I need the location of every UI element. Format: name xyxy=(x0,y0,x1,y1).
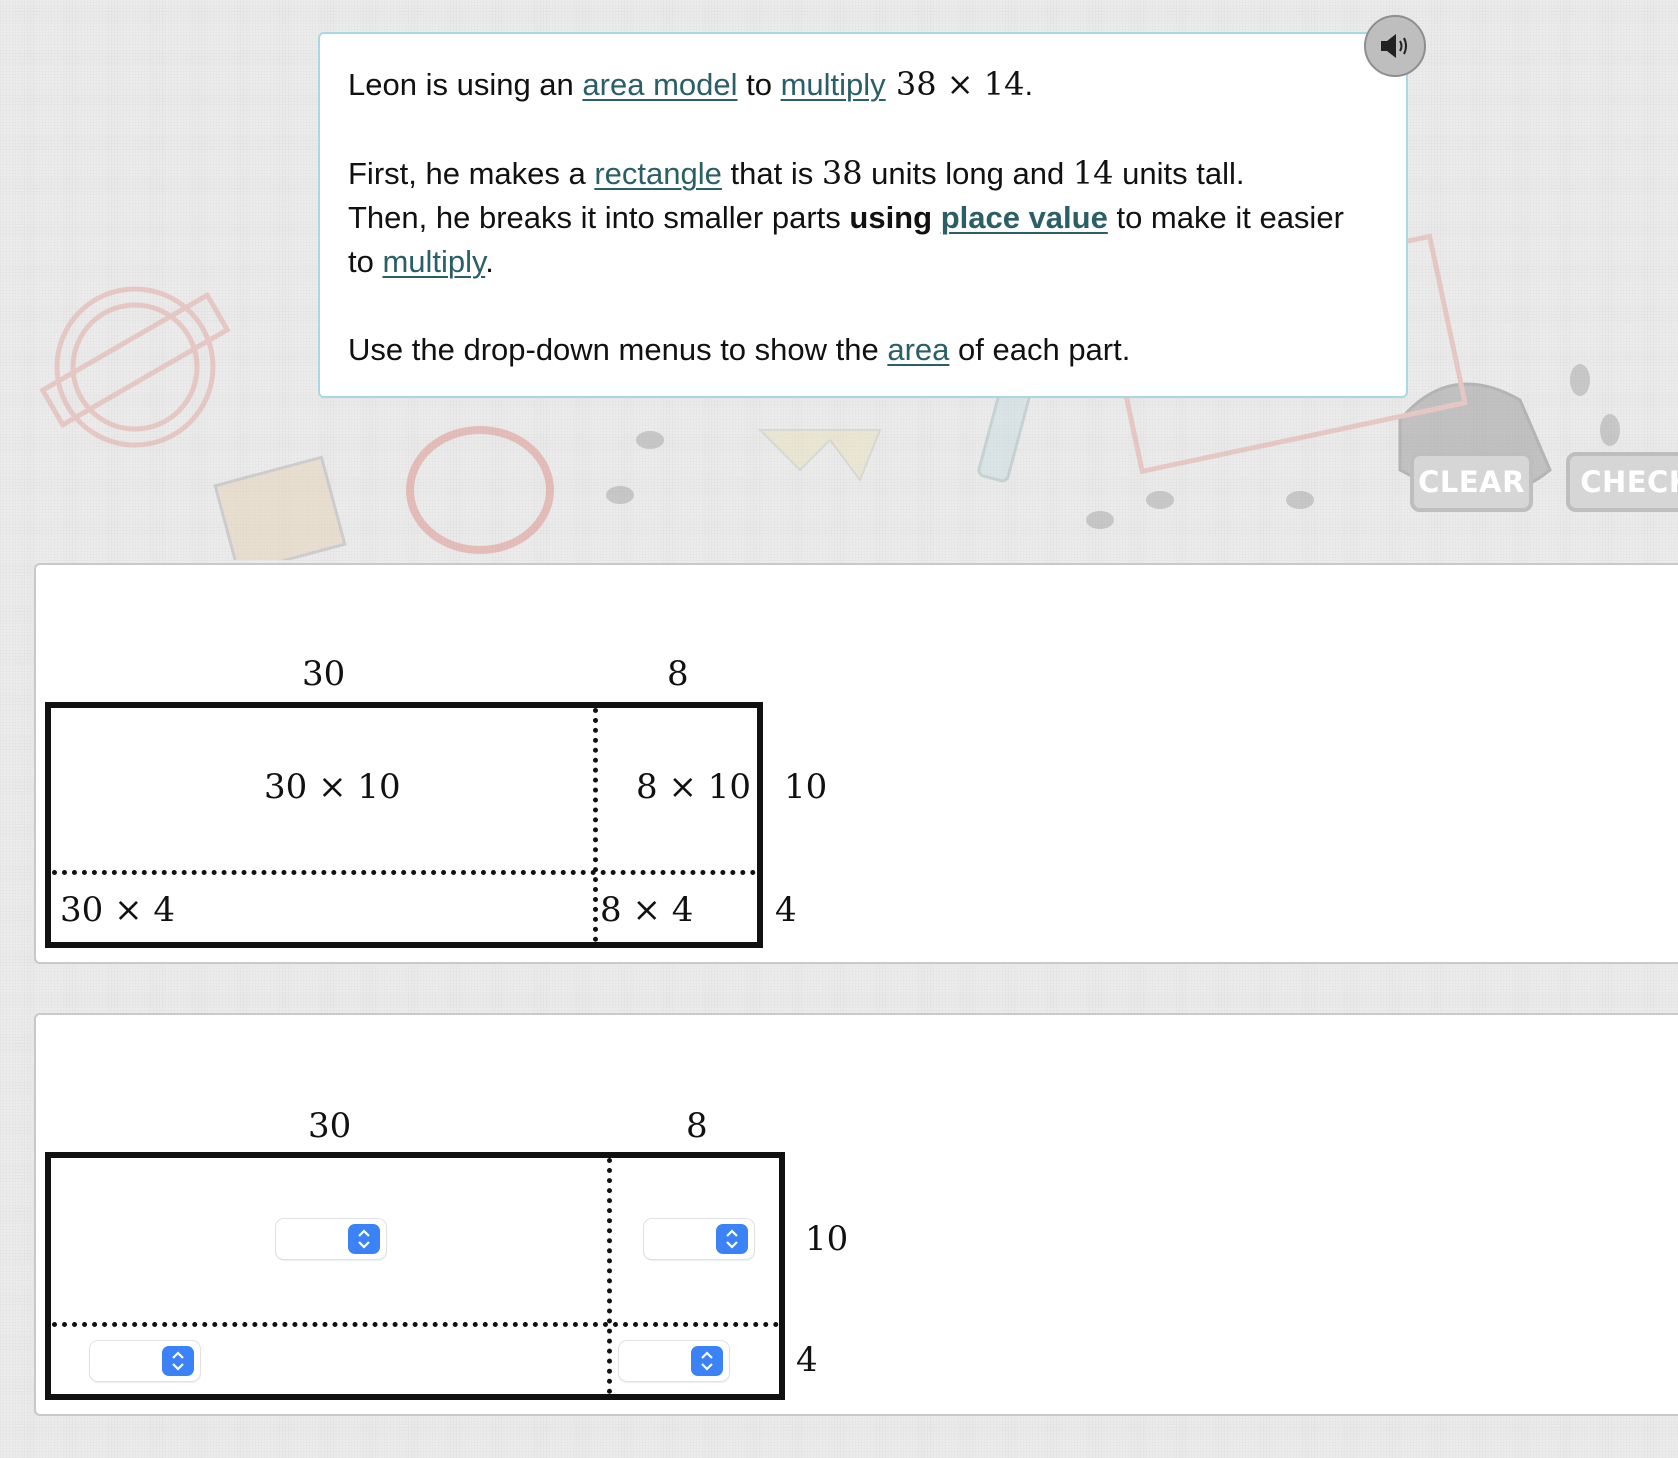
check-button[interactable]: CHECK xyxy=(1566,452,1678,512)
text: . xyxy=(485,244,494,279)
math-expression: 38 × 14 xyxy=(885,65,1025,103)
clear-button[interactable]: CLEAR xyxy=(1410,452,1533,512)
text: units long and xyxy=(862,156,1073,191)
cell-top-right: 8 × 10 xyxy=(636,767,751,807)
feather-icon xyxy=(757,429,882,483)
top-label-ones: 8 xyxy=(686,1106,708,1146)
vertical-divider xyxy=(593,708,598,942)
chevron-up-down-icon xyxy=(691,1346,723,1376)
magnifier-icon xyxy=(406,426,554,554)
cell-bottom-left: 30 × 4 xyxy=(60,890,175,930)
chevron-up-down-icon xyxy=(716,1224,748,1254)
text: . xyxy=(1024,67,1034,102)
glossary-link-multiply-2[interactable]: multiply xyxy=(382,244,485,279)
question-line-1: Leon is using an area model to multiply … xyxy=(348,62,1378,107)
horizontal-divider xyxy=(52,1322,779,1327)
text: of each part. xyxy=(949,332,1131,367)
cell-bottom-right: 8 × 4 xyxy=(600,890,694,930)
text xyxy=(932,200,941,235)
horizontal-divider xyxy=(52,870,756,875)
read-aloud-button[interactable] xyxy=(1364,15,1426,77)
side-label-ones: 4 xyxy=(775,890,797,930)
vertical-divider xyxy=(607,1158,612,1394)
math-number: 38 xyxy=(821,154,863,192)
speaker-icon xyxy=(1381,34,1407,58)
dropdown-top-left[interactable] xyxy=(276,1219,386,1259)
question-line-4: Use the drop-down menus to show the area… xyxy=(348,328,1378,372)
side-label-ones: 4 xyxy=(796,1340,818,1380)
text: that is xyxy=(721,156,822,191)
dropdown-bottom-right[interactable] xyxy=(619,1341,729,1381)
glossary-link-area[interactable]: area xyxy=(887,332,949,367)
question-box: Leon is using an area model to multiply … xyxy=(318,32,1408,398)
text: Leon is using an xyxy=(348,67,583,102)
classified-stamp-icon xyxy=(39,286,231,448)
glossary-link-place-value[interactable]: place value xyxy=(941,200,1108,235)
top-label-ones: 8 xyxy=(667,654,689,694)
text: to xyxy=(737,67,781,102)
chevron-up-down-icon xyxy=(162,1346,194,1376)
side-label-tens: 10 xyxy=(805,1219,849,1259)
notebook-icon xyxy=(213,455,347,560)
text: First, he makes a xyxy=(348,156,595,191)
dropdown-bottom-left[interactable] xyxy=(90,1341,200,1381)
top-label-tens: 30 xyxy=(302,654,346,694)
text: Use the drop-down menus to show the xyxy=(348,332,888,367)
chevron-up-down-icon xyxy=(348,1224,380,1254)
math-number: 14 xyxy=(1072,154,1114,192)
glossary-link-rectangle[interactable]: rectangle xyxy=(594,156,722,191)
dropdown-top-right[interactable] xyxy=(644,1219,754,1259)
text: Then, he breaks it into smaller parts xyxy=(348,200,850,235)
side-label-tens: 10 xyxy=(784,767,828,807)
glossary-link-multiply[interactable]: multiply xyxy=(781,67,886,102)
top-label-tens: 30 xyxy=(308,1106,352,1146)
bold-text: using xyxy=(849,200,933,235)
glossary-link-area-model[interactable]: area model xyxy=(582,67,737,102)
cell-top-left: 30 × 10 xyxy=(264,767,401,807)
text: units tall. xyxy=(1113,156,1245,191)
question-line-2: First, he makes a rectangle that is 38 u… xyxy=(348,151,1378,284)
